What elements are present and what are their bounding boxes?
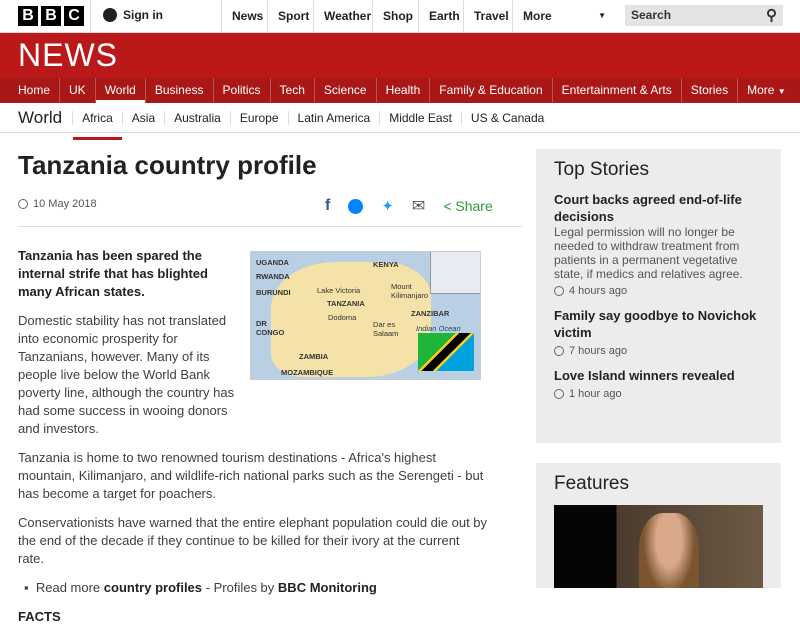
main-nav: Home UK World Business Politics Tech Sci… [0,78,800,103]
top-nav-shop[interactable]: Shop [372,0,423,32]
nav-politics[interactable]: Politics [214,78,271,103]
story-age: 1 hour ago [554,388,763,400]
subnav-us-canada[interactable]: US & Canada [460,110,553,125]
search-icon[interactable]: ⚲ [766,5,777,26]
top-stories-panel: Top Stories Court backs agreed end-of-li… [536,149,781,443]
nav-stories[interactable]: Stories [682,78,739,103]
story-age: 7 hours ago [554,345,763,357]
age-text: 7 hours ago [569,345,628,357]
chevron-down-icon: ▼ [598,11,606,20]
top-nav-earth[interactable]: Earth [418,0,470,32]
page-title: Tanzania country profile [18,150,317,180]
article-body: Tanzania has been spared the internal st… [18,247,488,637]
nav-more[interactable]: More ▼ [738,78,795,103]
search-placeholder: Search [631,8,672,22]
nav-home[interactable]: Home [9,78,61,103]
section-title[interactable]: World [18,108,62,128]
top-nav-news[interactable]: News [221,0,273,32]
bbc-logo[interactable]: BBC [18,6,84,26]
paragraph: Tanzania is home to two renowned tourism… [18,450,484,501]
news-banner: NEWS [0,33,800,78]
user-icon [103,8,117,22]
nav-uk[interactable]: UK [60,78,96,103]
nav-entertainment-arts[interactable]: Entertainment & Arts [553,78,682,103]
nav-business[interactable]: Business [146,78,214,103]
story-item[interactable]: Family say goodbye to Novichok victim 7 … [554,307,763,357]
messenger-icon[interactable] [348,198,364,214]
date-text: 10 May 2018 [33,198,97,210]
article-date: 10 May 2018 [18,198,97,210]
nav-tech[interactable]: Tech [271,78,315,103]
story-item[interactable]: Court backs agreed end-of-life decisions… [554,191,763,297]
sign-in-label: Sign in [123,8,163,22]
nav-family-education[interactable]: Family & Education [430,78,553,103]
news-logo[interactable]: NEWS [18,37,118,74]
lead-paragraph: Tanzania has been spared the internal st… [18,248,208,299]
age-text: 4 hours ago [569,285,628,297]
clock-icon [554,286,564,296]
share-label: Share [455,198,493,214]
facts-heading: FACTS [18,609,61,624]
subnav-africa[interactable]: Africa [72,110,122,140]
paragraph: Conservationists have warned that the en… [18,515,488,566]
subnav-europe[interactable]: Europe [229,110,288,125]
top-nav-more[interactable]: More ▼ [512,0,612,32]
story-item[interactable]: Love Island winners revealed 1 hour ago [554,367,763,400]
top-nav-travel[interactable]: Travel [463,0,519,32]
clock-icon [554,389,564,399]
more-label: More [523,9,552,23]
top-stories-heading: Top Stories [554,159,650,180]
share-button[interactable]: < Share [443,198,492,214]
nav-more-label: More [747,83,775,97]
twitter-icon[interactable]: ✦ [381,197,394,215]
clock-icon [554,346,564,356]
story-summary: Legal permission will no longer be neede… [554,225,743,281]
top-bar: BBC Sign in News Sport Weather Shop Eart… [0,0,800,33]
share-icon: < [443,198,452,214]
logo-letter: C [64,6,84,26]
features-heading: Features [554,473,629,494]
top-nav-weather[interactable]: Weather [313,0,381,32]
top-nav-sport[interactable]: Sport [267,0,319,32]
read-more-item: ▪ Read more country profiles - Profiles … [24,580,377,595]
paragraph: Domestic stability has not translated in… [18,313,235,436]
sign-in-button[interactable]: Sign in [103,8,163,22]
subnav-middle-east[interactable]: Middle East [379,110,461,125]
feature-image[interactable] [554,505,763,588]
feature-photo-person [639,513,699,588]
subnav-australia[interactable]: Australia [164,110,230,125]
nav-health[interactable]: Health [377,78,431,103]
age-text: 1 hour ago [569,388,622,400]
sub-nav: World Africa Asia Australia Europe Latin… [0,103,800,140]
subnav-latin-america[interactable]: Latin America [287,110,380,125]
subnav-asia[interactable]: Asia [121,110,164,125]
clock-icon [18,199,28,209]
logo-letter: B [41,6,61,26]
logo-letter: B [18,6,38,26]
nav-world[interactable]: World [95,78,146,103]
chevron-down-icon: ▼ [777,87,786,96]
divider [18,226,522,227]
share-bar: f ✦ ✉ < Share [325,196,493,216]
nav-science[interactable]: Science [315,78,377,103]
email-icon[interactable]: ✉ [412,196,425,216]
story-title[interactable]: Love Island winners revealed [554,367,763,384]
story-title[interactable]: Family say goodbye to Novichok victim [554,307,763,341]
story-age: 4 hours ago [554,285,763,297]
facebook-icon[interactable]: f [325,197,330,215]
search-input[interactable]: Search ⚲ [625,5,783,26]
story-title[interactable]: Court backs agreed end-of-life decisions [554,191,763,225]
